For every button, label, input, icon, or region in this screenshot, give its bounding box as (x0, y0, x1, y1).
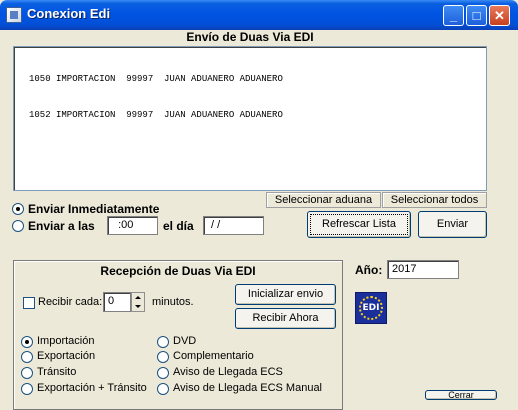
close-button[interactable]: Cerrar (425, 390, 497, 400)
initialize-button[interactable]: Inicializar envio (235, 284, 336, 305)
option-importacion-label: Importación (37, 335, 95, 347)
year-field[interactable]: 2017 (387, 260, 459, 279)
receive-every-checkbox[interactable] (23, 297, 35, 309)
option-transito-radio[interactable] (21, 367, 33, 379)
receive-minutes-field[interactable]: 0 (103, 292, 131, 312)
send-time-field[interactable]: :00 (107, 216, 158, 235)
edi-logo: EDI (355, 292, 387, 324)
envio-section-title: Envío de Duas Via EDI (186, 30, 314, 44)
option-dvd-radio[interactable] (157, 336, 169, 348)
list-item[interactable]: 1052 IMPORTACION 99997 JUAN ADUANERO ADU… (29, 109, 486, 121)
option-complementario-radio[interactable] (157, 351, 169, 363)
refresh-list-button[interactable]: Refrescar Lista (307, 211, 411, 238)
option-aviso-ecs-manual-radio[interactable] (157, 383, 169, 395)
option-aviso-ecs-label: Aviso de Llegada ECS (173, 366, 283, 378)
send-button[interactable]: Enviar (418, 211, 487, 238)
minutes-label: minutos. (152, 296, 194, 308)
option-aviso-ecs-radio[interactable] (157, 367, 169, 379)
edi-logo-text: EDI (362, 303, 380, 313)
option-exportacion-label: Exportación (37, 350, 96, 362)
maximize-icon[interactable]: □ (466, 5, 487, 26)
app-icon (6, 7, 22, 23)
option-dvd-label: DVD (173, 335, 197, 347)
window-title: Conexion Edi (27, 6, 111, 21)
minutes-spinner[interactable] (131, 292, 145, 312)
select-aduana-button[interactable]: Seleccionar aduana (266, 192, 381, 208)
option-importacion-radio[interactable] (21, 336, 33, 348)
option-export-transito-radio[interactable] (21, 383, 33, 395)
close-icon[interactable]: ✕ (489, 5, 510, 26)
list-item[interactable]: 1050 IMPORTACION 99997 JUAN ADUANERO ADU… (29, 73, 486, 85)
select-all-button[interactable]: Seleccionar todos (382, 192, 487, 208)
minimize-icon[interactable]: _ (443, 5, 464, 26)
send-at-label: Enviar a las (28, 219, 95, 233)
year-label: Año: (355, 263, 383, 277)
send-at-radio[interactable] (12, 220, 24, 232)
send-date-field[interactable]: / / (203, 216, 264, 235)
receive-now-button[interactable]: Recibir Ahora (235, 308, 336, 329)
option-complementario-label: Complementario (173, 350, 254, 362)
recepcion-section-title: Recepción de Duas Via EDI (100, 264, 256, 278)
send-now-radio[interactable] (12, 203, 24, 215)
date-label: el día (163, 219, 194, 233)
duas-list[interactable]: 1050 IMPORTACION 99997 JUAN ADUANERO ADU… (13, 46, 487, 191)
option-exportacion-radio[interactable] (21, 351, 33, 363)
option-aviso-ecs-manual-label: Aviso de Llegada ECS Manual (173, 382, 323, 394)
option-export-transito-label: Exportación + Tránsito (37, 382, 147, 394)
option-transito-label: Tránsito (37, 366, 77, 378)
send-now-label: Enviar Inmediatamente (28, 202, 160, 216)
receive-every-label: Recibir cada: (38, 296, 103, 308)
